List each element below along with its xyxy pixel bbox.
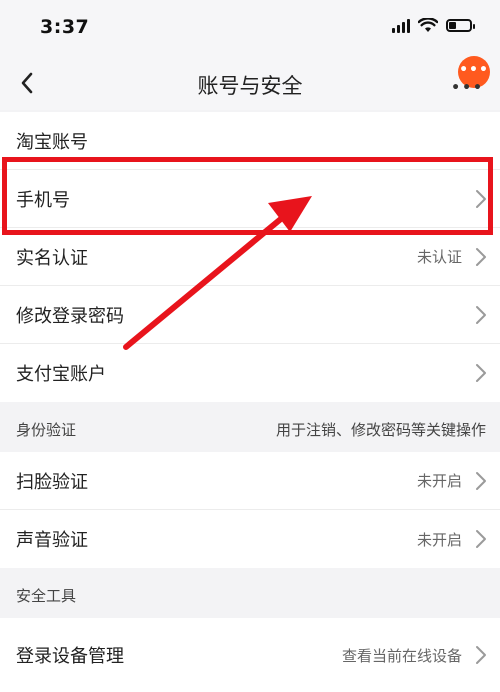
row-label: 手机号: [16, 189, 70, 211]
row-label: 登录设备管理: [16, 646, 124, 667]
identity-section-header: 身份验证 用于注销、修改密码等关键操作: [0, 402, 500, 452]
more-menu-button[interactable]: •••: [451, 80, 484, 96]
chat-bubble-icon: •••: [459, 62, 489, 78]
chevron-right-icon: [476, 247, 486, 266]
section-title: 身份验证: [16, 421, 77, 439]
section-title: 安全工具: [16, 587, 77, 605]
row-face-verification[interactable]: 扫脸验证 未开启: [0, 452, 500, 510]
row-change-login-password[interactable]: 修改登录密码: [0, 286, 500, 344]
row-label: 淘宝账号: [16, 131, 88, 153]
chevron-right-icon: [476, 189, 486, 208]
chevron-right-icon: [476, 530, 486, 548]
status-time: 3:37: [40, 16, 90, 38]
section-note: 用于注销、修改密码等关键操作: [275, 421, 486, 439]
row-value: 未开启: [416, 472, 462, 490]
row-device-management[interactable]: 登录设备管理 查看当前在线设备: [0, 618, 500, 692]
tools-section-header: 安全工具: [0, 568, 500, 618]
chevron-right-icon: [476, 471, 486, 490]
wifi-icon: [418, 18, 438, 32]
row-alipay-account[interactable]: 支付宝账户: [0, 344, 500, 402]
chevron-right-icon: [476, 646, 486, 664]
status-icons: [392, 18, 475, 33]
battery-icon: [446, 19, 475, 32]
identity-verification-list: 扫脸验证 未开启 声音验证 未开启: [0, 452, 500, 568]
row-label: 实名认证: [16, 247, 88, 269]
row-label: 扫脸验证: [16, 471, 88, 493]
row-real-name-verification[interactable]: 实名认证 未认证: [0, 228, 500, 286]
row-value: 未认证: [416, 248, 462, 266]
row-taobao-account[interactable]: 淘宝账号: [0, 112, 500, 170]
row-voice-verification[interactable]: 声音验证 未开启: [0, 510, 500, 568]
status-bar: 3:37: [0, 0, 500, 56]
page-title: 账号与安全: [197, 74, 303, 98]
row-phone-number[interactable]: 手机号: [0, 170, 500, 228]
chevron-right-icon: [476, 305, 486, 324]
row-label: 支付宝账户: [16, 364, 106, 385]
row-label: 声音验证: [16, 530, 88, 551]
row-value: 查看当前在线设备: [341, 646, 462, 665]
row-value: 未开启: [416, 530, 462, 549]
cellular-signal-icon: [392, 18, 410, 33]
security-tools-list: 登录设备管理 查看当前在线设备: [0, 618, 500, 692]
navigation-bar: 账号与安全 ••• •••: [0, 56, 500, 110]
account-settings-list: 淘宝账号 手机号 实名认证 未认证 修改登录密码 支付宝账户: [0, 112, 500, 402]
chevron-right-icon: [476, 364, 486, 382]
row-label: 修改登录密码: [16, 305, 124, 327]
